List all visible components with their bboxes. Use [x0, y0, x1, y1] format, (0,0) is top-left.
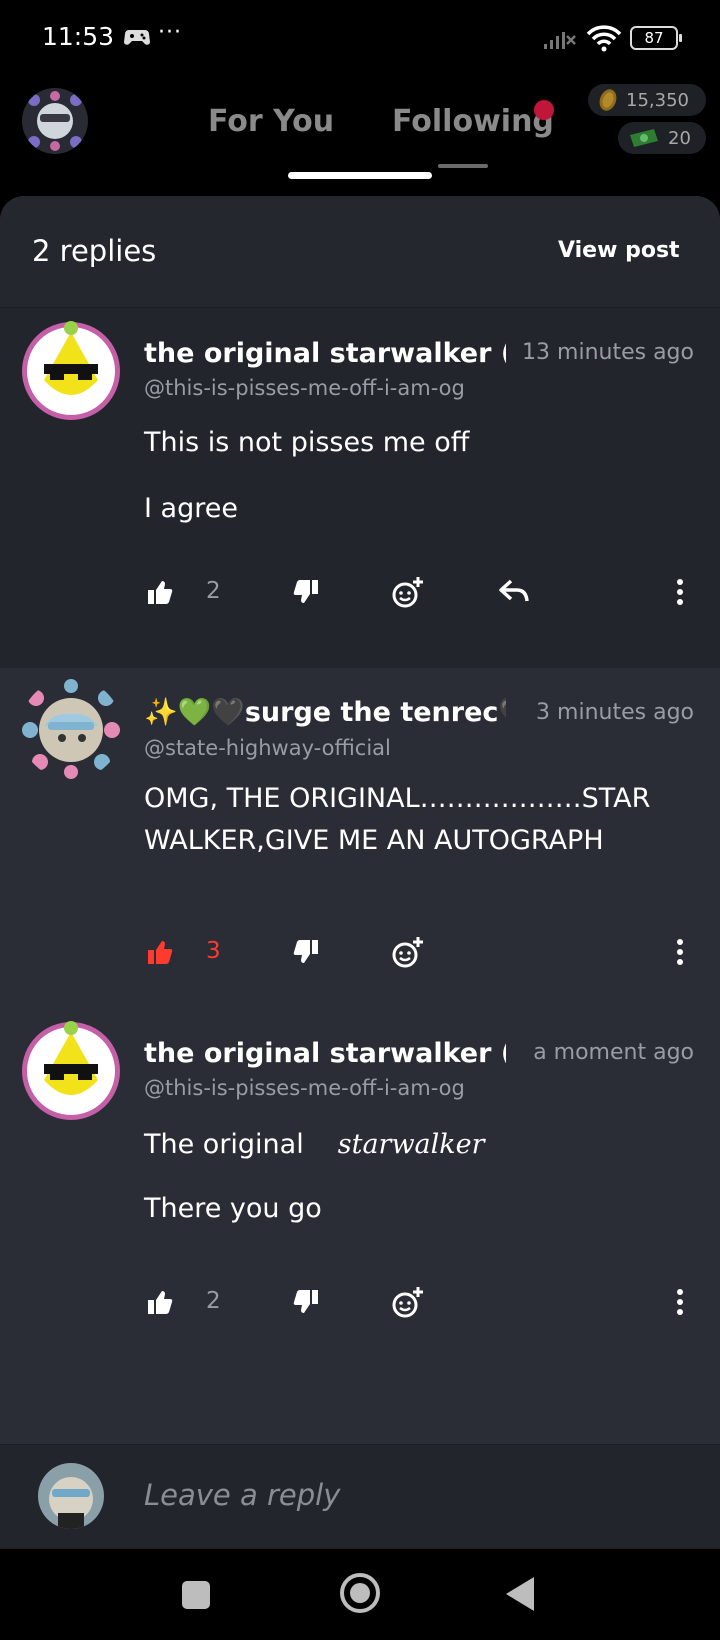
recent-apps-icon[interactable]	[182, 1581, 210, 1609]
comment-author[interactable]: ✨💚🖤surge the tenrec🖤	[144, 696, 506, 728]
panel-header: 2 replies View post	[0, 196, 720, 308]
comment-handle[interactable]: @this-is-pisses-me-off-i-am-og	[144, 1076, 465, 1100]
coins-count: 15,350	[626, 89, 689, 111]
system-navigation-bar	[0, 1548, 720, 1640]
like-button[interactable]	[142, 572, 178, 612]
thumbs-down-icon	[293, 1290, 318, 1313]
tab-indicator	[288, 172, 432, 179]
view-post-button[interactable]: View post	[558, 238, 680, 263]
thumbs-up-icon	[148, 941, 173, 964]
props-balance[interactable]: 20	[618, 122, 706, 154]
money-icon	[630, 129, 658, 147]
comment-time: 13 minutes ago	[522, 340, 694, 365]
notification-dot	[534, 100, 554, 120]
battery-icon: 87	[630, 26, 682, 50]
add-reaction-icon	[392, 937, 423, 968]
home-icon[interactable]	[340, 1573, 380, 1613]
like-count: 3	[206, 938, 221, 964]
comment-text: OMG, THE ORIGINAL………………STAR WALKER,GIVE …	[144, 783, 651, 856]
reply-composer	[0, 1444, 720, 1548]
comment-actions: 2	[0, 572, 720, 622]
parent-comment: the original starwalker ( 13 minutes ago…	[0, 308, 720, 668]
coins-balance[interactable]: 15,350	[588, 84, 706, 116]
dislike-button[interactable]	[288, 932, 324, 972]
reply-comment: ✨💚🖤surge the tenrec🖤 3 minutes ago @stat…	[0, 668, 720, 1008]
comment-text-line: This is not pisses me off	[144, 427, 470, 458]
comment-text-plain: The original	[144, 1129, 304, 1160]
thumbs-up-icon	[148, 1291, 173, 1314]
reply-comment: the original starwalker (r a moment ago …	[0, 1008, 720, 1368]
status-time: 11:53	[42, 22, 115, 51]
more-vertical-icon	[677, 1289, 683, 1315]
comment-time: 3 minutes ago	[536, 700, 694, 725]
comment-author[interactable]: the original starwalker (r	[144, 1038, 506, 1069]
avatar[interactable]	[20, 678, 122, 780]
wifi-icon	[586, 25, 622, 52]
comment-text-line: I agree	[144, 493, 238, 524]
signal-icon	[544, 32, 576, 49]
profile-avatar[interactable]	[22, 88, 88, 154]
add-reaction-button[interactable]	[390, 572, 426, 612]
more-options-button[interactable]	[662, 932, 698, 972]
status-bar: 11:53 ··· 87	[0, 0, 720, 80]
more-vertical-icon	[677, 939, 683, 965]
comment-actions: 2	[0, 1282, 720, 1332]
thumbs-up-icon	[148, 581, 173, 604]
avatar[interactable]	[20, 320, 122, 422]
thumbs-down-icon	[293, 580, 318, 603]
add-reaction-icon	[392, 1287, 423, 1318]
comment-handle[interactable]: @this-is-pisses-me-off-i-am-og	[144, 376, 465, 400]
comment-author[interactable]: the original starwalker (	[144, 338, 506, 369]
tab-following[interactable]: Following	[392, 104, 554, 139]
like-count: 2	[206, 1288, 221, 1314]
reply-arrow-icon	[499, 579, 529, 602]
thumbs-down-icon	[293, 940, 318, 963]
like-button[interactable]	[142, 932, 178, 972]
game-controller-icon	[124, 30, 150, 45]
comment-actions: 3	[0, 932, 720, 982]
dislike-button[interactable]	[288, 572, 324, 612]
add-reaction-button[interactable]	[390, 932, 426, 972]
add-reaction-icon	[392, 577, 423, 608]
more-options-button[interactable]	[662, 1282, 698, 1322]
comment-text-line: There you go	[144, 1193, 322, 1224]
comment-time: a moment ago	[533, 1040, 694, 1065]
tab-for-you[interactable]: For You	[208, 104, 334, 139]
dislike-button[interactable]	[288, 1282, 324, 1322]
props-count: 20	[668, 127, 691, 149]
add-reaction-button[interactable]	[390, 1282, 426, 1322]
more-vertical-icon	[677, 579, 683, 605]
back-icon[interactable]	[506, 1577, 534, 1611]
replies-count: 2 replies	[32, 234, 157, 268]
replies-panel: 2 replies View post the original starwal…	[0, 196, 720, 1548]
more-notifications-icon: ···	[158, 20, 182, 45]
reply-input[interactable]	[144, 1467, 684, 1523]
avatar[interactable]	[20, 1020, 122, 1122]
reply-button[interactable]	[496, 572, 532, 612]
comment-text-script: starwalker	[337, 1129, 485, 1160]
comment-handle[interactable]: @state-highway-official	[144, 736, 391, 760]
avatar	[38, 1463, 104, 1529]
like-button[interactable]	[142, 1282, 178, 1322]
more-options-button[interactable]	[662, 572, 698, 612]
secondary-indicator	[438, 164, 488, 168]
coin-icon	[599, 89, 617, 111]
like-count: 2	[206, 578, 221, 604]
top-navigation: For You Following 15,350 20	[0, 80, 720, 190]
comment-text-line: The original starwalker	[144, 1124, 694, 1166]
